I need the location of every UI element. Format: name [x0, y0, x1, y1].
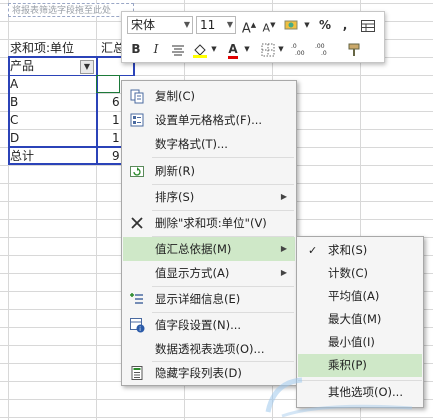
font-size-value: 11 [200, 18, 216, 32]
decrease-decimal-icon: .00.0 [315, 43, 327, 57]
watermark-logo [265, 377, 413, 418]
menu-item-number-format[interactable]: 数字格式(T)... [123, 132, 295, 156]
menu-item-label: 复制(C) [155, 89, 196, 103]
chevron-down-icon[interactable]: ▼ [242, 39, 252, 59]
show-details-icon [129, 291, 145, 307]
pivot-value-header[interactable]: 求和项:单位 [8, 39, 96, 57]
grow-font-button[interactable]: A▲ [239, 15, 259, 36]
shrink-font-button[interactable]: A▼ [259, 15, 279, 35]
menu-item-label: 设置单元格格式(F)... [155, 113, 263, 127]
paintbrush-icon [348, 43, 360, 56]
font-color-button[interactable]: A [223, 39, 243, 59]
submenu-item-average[interactable]: 平均值(A) [298, 285, 422, 308]
fill-color-button[interactable] [190, 39, 210, 59]
chevron-down-icon[interactable]: ▼ [276, 39, 286, 59]
menu-item-label: 数字格式(T)... [155, 137, 228, 151]
format-cells-icon [129, 112, 145, 128]
align-center-button[interactable] [168, 39, 188, 59]
menu-separator [152, 157, 294, 158]
increase-decimal-icon: .0.00 [291, 43, 305, 57]
submenu-arrow-icon: ▶ [280, 192, 287, 201]
chevron-down-icon[interactable]: ▼ [302, 15, 312, 35]
svg-text:.00: .00 [315, 43, 325, 50]
menu-item-show-values-as[interactable]: 值显示方式(A) ▶ [123, 261, 295, 285]
menu-item-value-field-settings[interactable]: i 值字段设置(N)... [123, 313, 295, 337]
menu-item-label: 值汇总依据(M) [155, 242, 232, 256]
increase-decimal-button[interactable]: .0.00 [290, 39, 310, 59]
submenu-arrow-icon: ▶ [280, 244, 287, 253]
chevron-down-icon[interactable]: ▼ [227, 17, 233, 33]
active-cell-border [96, 75, 120, 93]
format-painter-grid-button[interactable] [358, 15, 378, 35]
menu-item-label: 显示详细信息(E) [155, 292, 241, 306]
submenu-item-label: 最大值(M) [328, 312, 382, 326]
svg-text:.0: .0 [291, 43, 297, 50]
menu-item-refresh[interactable]: 刷新(R) [123, 159, 295, 183]
chevron-down-icon[interactable]: ▼ [209, 39, 219, 59]
svg-text:.00: .00 [295, 50, 305, 56]
paint-bucket-icon [193, 43, 207, 58]
menu-item-label: 值显示方式(A) [155, 266, 230, 280]
submenu-arrow-icon: ▶ [280, 268, 287, 277]
submenu-item-max[interactable]: 最大值(M) [298, 308, 422, 331]
context-menu: 复制(C) 设置单元格格式(F)... 数字格式(T)... 刷新(R) 排序(… [121, 80, 297, 386]
menu-item-pivot-options[interactable]: 数据透视表选项(O)... [123, 337, 295, 361]
menu-item-label: 数据透视表选项(O)... [155, 342, 265, 356]
menu-item-label: 刷新(R) [155, 164, 195, 178]
field-list-icon [129, 365, 145, 381]
comma-style-button[interactable]: , [335, 15, 355, 35]
checkmark-icon: ✓ [308, 244, 318, 257]
menu-item-remove-field[interactable]: 删除"求和项:单位"(V) [123, 211, 295, 235]
submenu-item-count[interactable]: 计数(C) [298, 262, 422, 285]
format-painter-button[interactable] [344, 39, 364, 59]
menu-item-show-details[interactable]: 显示详细信息(E) [123, 287, 295, 311]
submenu-item-sum[interactable]: ✓ 求和(S) [298, 239, 422, 262]
field-settings-icon: i [129, 317, 145, 333]
delete-x-icon [129, 215, 145, 231]
refresh-icon [129, 163, 145, 179]
submenu-item-label: 最小值(I) [328, 335, 375, 349]
report-filter-drop-zone[interactable]: 将报表筛选字段拖至此处 [8, 3, 134, 17]
align-center-icon [172, 45, 184, 55]
italic-button[interactable]: I [146, 39, 166, 59]
menu-item-sort[interactable]: 排序(S) ▶ [123, 185, 295, 209]
menu-item-label: 排序(S) [155, 190, 195, 204]
bold-button[interactable]: B [126, 39, 146, 59]
percent-style-button[interactable]: % [315, 15, 335, 35]
menu-item-format-cells[interactable]: 设置单元格格式(F)... [123, 108, 295, 132]
table-format-icon [361, 19, 375, 32]
borders-button[interactable] [258, 39, 278, 59]
chevron-down-icon[interactable]: ▼ [184, 17, 190, 33]
font-name-combo[interactable]: 宋体 ▼ [127, 16, 193, 34]
menu-item-label: 隐藏字段列表(D) [155, 366, 242, 380]
decrease-decimal-button[interactable]: .00.0 [314, 39, 334, 59]
font-size-combo[interactable]: 11 ▼ [196, 16, 236, 34]
submenu-item-label: 平均值(A) [328, 289, 380, 303]
menu-item-copy[interactable]: 复制(C) [123, 84, 295, 108]
menu-item-label: 删除"求和项:单位"(V) [155, 216, 267, 230]
submenu-item-label: 计数(C) [328, 266, 369, 280]
copy-icon [129, 88, 145, 104]
font-name-value: 宋体 [131, 18, 156, 32]
borders-icon [261, 43, 275, 56]
submenu-item-min[interactable]: 最小值(I) [298, 331, 422, 354]
pivot-total-border [8, 146, 135, 165]
menu-item-label: 值字段设置(N)... [155, 318, 242, 332]
menu-item-summarize-values-by[interactable]: 值汇总依据(M) ▶ [123, 237, 295, 261]
svg-text:.0: .0 [321, 50, 327, 56]
accounting-format-icon [284, 20, 298, 29]
accounting-format-button[interactable] [282, 15, 302, 35]
submenu-item-label: 求和(S) [328, 243, 368, 257]
mini-toolbar: 宋体 ▼ 11 ▼ A▲ A▼ ▼ % , B I ▼ A ▼ ▼ .0.00 … [121, 11, 385, 63]
